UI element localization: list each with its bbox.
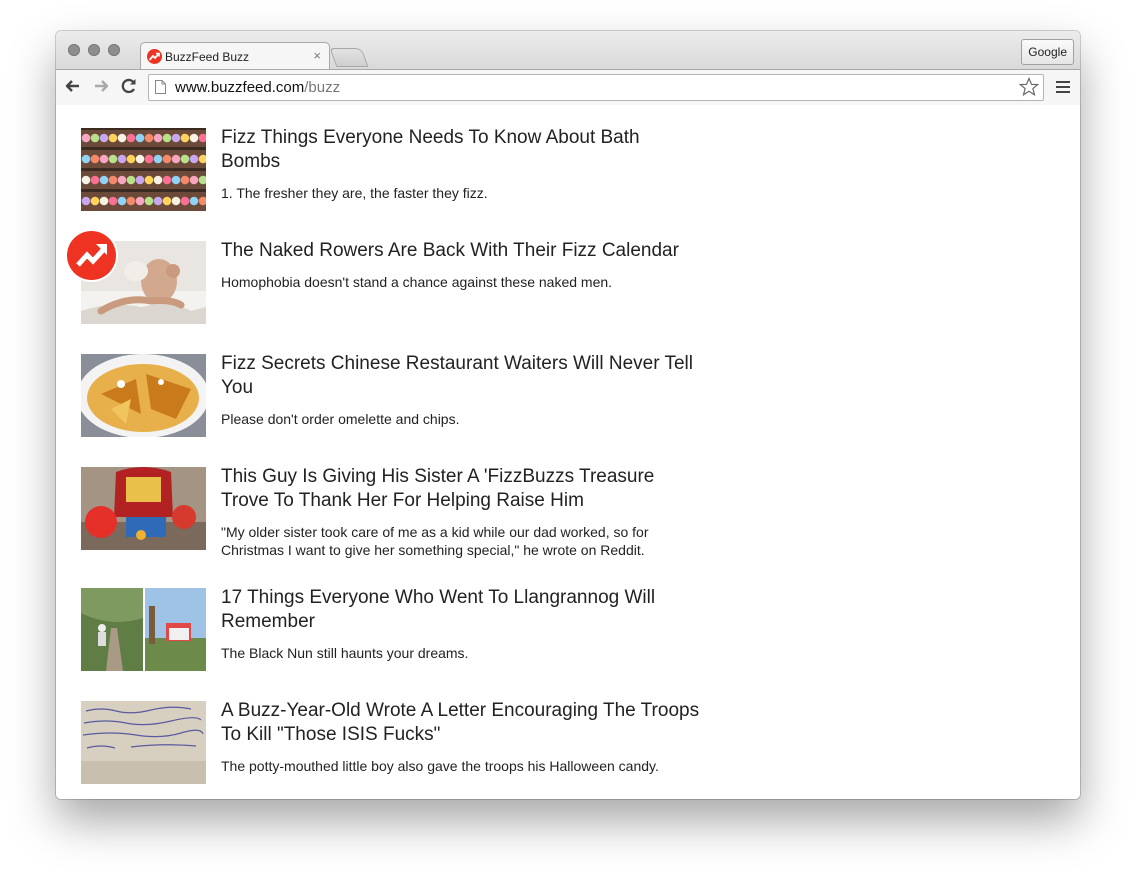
article-description: 1. The fresher they are, the faster they… [221,185,488,201]
buzzfeed-favicon-icon [147,49,162,64]
article-thumbnail[interactable] [81,354,206,437]
star-icon[interactable] [1019,77,1039,97]
article-title[interactable]: A Buzz-Year-Old Wrote A Letter Encouragi… [221,699,701,747]
tab-close-icon[interactable]: × [313,48,321,63]
article-description: Please don't order omelette and chips. [221,411,460,427]
article-title[interactable]: 17 Things Everyone Who Went To Llangrann… [221,586,701,634]
browser-window: BuzzFeed Buzz × Google www.buzzfeed.com/… [56,31,1080,799]
back-icon[interactable] [63,76,83,96]
minimize-window-button[interactable] [88,44,100,56]
menu-icon[interactable] [1056,81,1070,96]
tab-title: BuzzFeed Buzz [165,50,250,64]
profile-button[interactable]: Google [1021,39,1074,65]
article-title[interactable]: Fizz Secrets Chinese Restaurant Waiters … [221,352,701,400]
tab-strip: BuzzFeed Buzz × Google [56,31,1080,71]
tab-buzzfeed[interactable]: BuzzFeed Buzz × [140,42,330,71]
url-host: www.buzzfeed.com [175,79,305,96]
page-icon [155,80,166,94]
url-text: www.buzzfeed.com/buzz [175,79,340,96]
article-thumbnail[interactable] [81,588,206,671]
article-description: The Black Nun still haunts your dreams. [221,645,469,661]
toolbar: www.buzzfeed.com/buzz [56,69,1080,106]
article-thumbnail[interactable] [81,467,206,550]
article-description: Homophobia doesn't stand a chance agains… [221,274,613,290]
article-thumbnail[interactable] [81,128,206,211]
article-feed: Fizz Things Everyone Needs To Know About… [56,105,1080,799]
buzzfeed-logo-icon[interactable] [67,231,116,280]
article-title[interactable]: Fizz Things Everyone Needs To Know About… [221,126,701,174]
article-thumbnail[interactable] [81,701,206,784]
forward-icon[interactable] [91,76,111,96]
reload-icon[interactable] [119,76,139,96]
article-title[interactable]: The Naked Rowers Are Back With Their Fiz… [221,239,701,263]
zoom-window-button[interactable] [108,44,120,56]
article-description: "My older sister took care of me as a ki… [221,524,649,558]
close-window-button[interactable] [68,44,80,56]
new-tab-button[interactable] [329,48,369,67]
address-bar[interactable]: www.buzzfeed.com/buzz [148,74,1044,101]
article-description: The potty-mouthed little boy also gave t… [221,758,659,774]
url-path: /buzz [304,79,341,96]
article-title[interactable]: This Guy Is Giving His Sister A 'FizzBuz… [221,465,701,513]
